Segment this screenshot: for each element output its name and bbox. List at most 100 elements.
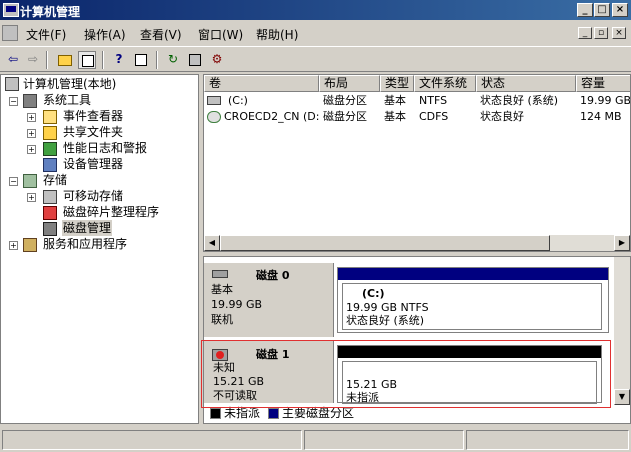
export-list-icon[interactable] xyxy=(186,51,204,69)
column-header-layout[interactable]: 布局 xyxy=(319,75,380,92)
title-bar[interactable]: 计算机管理 _ □ × xyxy=(0,0,631,20)
storage-icon xyxy=(23,174,37,188)
collapse-toggle[interactable]: − xyxy=(9,97,18,106)
column-header-type[interactable]: 类型 xyxy=(380,75,414,92)
disk-size: 15.21 GB xyxy=(213,375,265,388)
menu-file[interactable]: 文件(F) xyxy=(26,26,66,43)
legend: 未指派 主要磁盘分区 xyxy=(204,405,614,423)
tree-item-storage[interactable]: 存储 xyxy=(43,172,67,188)
volume-list: 卷 布局 类型 文件系统 状态 容量 (C:) 磁盘分区 基本 NTFS 状态良… xyxy=(203,74,631,252)
expand-toggle[interactable]: + xyxy=(9,241,18,250)
collapse-toggle[interactable]: − xyxy=(9,177,18,186)
toolbar: ⇦ ⇨ ? ↻ ⚙ xyxy=(0,46,631,72)
cell-layout: 磁盘分区 xyxy=(323,94,367,107)
menu-bar: 文件(F) 操作(A) 查看(V) 窗口(W) 帮助(H) xyxy=(0,22,631,44)
maximize-button[interactable]: □ xyxy=(594,3,610,17)
cell-capacity: 124 MB xyxy=(580,110,622,123)
menu-action[interactable]: 操作(A) xyxy=(84,26,126,43)
disk-management-icon xyxy=(43,222,57,236)
column-header-status[interactable]: 状态 xyxy=(476,75,576,92)
menu-window[interactable]: 窗口(W) xyxy=(198,26,243,43)
settings-icon[interactable]: ⚙ xyxy=(208,51,226,69)
volume-size: 15.21 GB xyxy=(346,378,398,391)
unallocated-swatch xyxy=(210,408,221,419)
child-close-button[interactable]: × xyxy=(612,27,626,39)
device-manager-icon xyxy=(43,158,57,172)
disk-icon xyxy=(212,270,228,278)
mmc-document-icon[interactable] xyxy=(2,25,18,41)
scroll-down-icon[interactable]: ▼ xyxy=(614,389,630,405)
help-icon[interactable]: ? xyxy=(110,51,128,69)
properties-icon[interactable] xyxy=(132,51,150,69)
expand-toggle[interactable]: + xyxy=(27,129,36,138)
column-header-volume[interactable]: 卷 xyxy=(204,75,319,92)
tree-item-services-apps[interactable]: 服务和应用程序 xyxy=(43,236,127,252)
minimize-button[interactable]: _ xyxy=(577,3,593,17)
toolbar-separator xyxy=(156,51,158,69)
back-arrow-icon[interactable]: ⇦ xyxy=(4,51,22,69)
toolbar-separator xyxy=(46,51,48,69)
scroll-thumb[interactable] xyxy=(220,235,550,251)
forward-arrow-icon[interactable]: ⇨ xyxy=(24,51,42,69)
disk-name: 磁盘 1 xyxy=(256,348,290,361)
tree-item-removable-storage[interactable]: 可移动存储 xyxy=(63,188,123,204)
disk-name: 磁盘 0 xyxy=(256,269,290,282)
disk-view: 磁盘 0 基本 19.99 GB 联机 (C:) 19.99 GB NTFS 状… xyxy=(203,256,631,424)
disk-type: 基本 xyxy=(211,283,233,296)
error-icon xyxy=(216,351,224,359)
status-panel xyxy=(304,430,464,450)
tree-item-shared-folders[interactable]: 共享文件夹 xyxy=(63,124,123,140)
cell-volume: (C:) xyxy=(228,94,248,107)
shared-folder-icon xyxy=(43,126,57,140)
unallocated-bar xyxy=(338,346,601,358)
menu-view[interactable]: 查看(V) xyxy=(140,26,182,43)
tree-item-disk-management[interactable]: 磁盘管理 xyxy=(62,220,113,236)
cell-type: 基本 xyxy=(384,110,406,123)
tree-item-system-tools[interactable]: 系统工具 xyxy=(43,92,91,108)
legend-primary-partition: 主要磁盘分区 xyxy=(282,406,355,420)
close-button[interactable]: × xyxy=(612,3,628,17)
tree-item-defragmenter[interactable]: 磁盘碎片整理程序 xyxy=(63,204,159,220)
event-viewer-icon xyxy=(43,110,57,124)
expand-toggle[interactable]: + xyxy=(27,193,36,202)
refresh-icon[interactable]: ↻ xyxy=(164,51,182,69)
cell-status: 状态良好 (系统) xyxy=(480,94,559,107)
scroll-left-icon[interactable]: ◀ xyxy=(204,235,220,251)
performance-icon xyxy=(43,142,57,156)
tree-item-device-manager[interactable]: 设备管理器 xyxy=(63,156,123,172)
removable-storage-icon xyxy=(43,190,57,204)
computer-management-icon xyxy=(3,3,19,17)
cell-type: 基本 xyxy=(384,94,406,107)
window-title: 计算机管理 xyxy=(20,5,81,19)
status-bar xyxy=(0,428,631,452)
menu-help[interactable]: 帮助(H) xyxy=(256,26,298,43)
disk-0-info[interactable]: 磁盘 0 基本 19.99 GB 联机 xyxy=(204,263,334,337)
volume-label: (C:) xyxy=(362,287,385,300)
volume-status: 未指派 xyxy=(346,391,379,404)
disk-state: 联机 xyxy=(211,313,233,326)
disk-type: 未知 xyxy=(213,361,235,374)
column-header-capacity[interactable]: 容量 xyxy=(576,75,630,92)
unallocated-space[interactable]: 15.21 GB 未指派 xyxy=(337,345,602,404)
disk-1-info[interactable]: 磁盘 1 未知 15.21 GB 不可读取 xyxy=(204,341,334,403)
status-panel xyxy=(2,430,302,450)
disk-icon xyxy=(212,349,228,361)
column-header-filesystem[interactable]: 文件系统 xyxy=(414,75,476,92)
scroll-right-icon[interactable]: ▶ xyxy=(614,235,630,251)
show-tree-icon[interactable] xyxy=(78,51,96,69)
child-minimize-button[interactable]: _ xyxy=(578,27,592,39)
horizontal-scrollbar[interactable]: ◀ ▶ xyxy=(204,235,630,251)
volume-c-partition[interactable]: (C:) 19.99 GB NTFS 状态良好 (系统) xyxy=(337,267,609,333)
legend-unallocated: 未指派 xyxy=(224,406,261,420)
child-restore-button[interactable]: ▫ xyxy=(594,27,608,39)
volume-size: 19.99 GB NTFS xyxy=(346,301,429,314)
expand-toggle[interactable]: + xyxy=(27,113,36,122)
cell-status: 状态良好 xyxy=(480,110,524,123)
vertical-scrollbar[interactable]: ▼ xyxy=(614,257,630,405)
tree-item-performance-logs[interactable]: 性能日志和警报 xyxy=(63,140,147,156)
tree-item-event-viewer[interactable]: 事件查看器 xyxy=(63,108,123,124)
expand-toggle[interactable]: + xyxy=(27,145,36,154)
up-folder-icon[interactable] xyxy=(56,51,74,69)
services-icon xyxy=(23,238,37,252)
tree-root[interactable]: 计算机管理(本地) xyxy=(23,76,116,92)
